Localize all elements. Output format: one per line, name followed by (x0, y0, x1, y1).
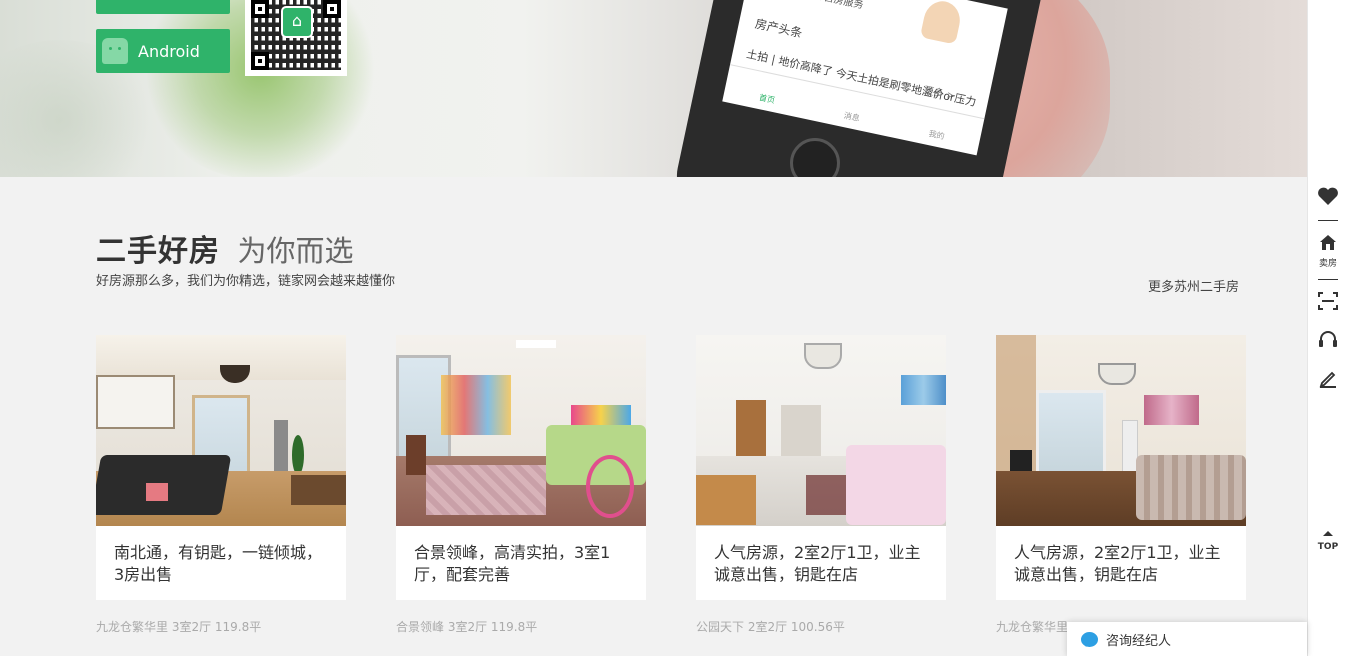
section-title: 二手好房 为你而选 (96, 226, 354, 270)
sell-house-icon (1320, 235, 1336, 250)
chat-bubble-icon (1081, 631, 1098, 647)
listing-photo[interactable] (96, 335, 346, 526)
listing-card[interactable]: 人气房源，2室2厅1卫，业主诚意出售，钥匙在店 九龙仓繁华里 (996, 335, 1246, 635)
favorite-button[interactable] (1308, 186, 1347, 210)
iphone-download-button[interactable] (96, 0, 230, 14)
listing-caption[interactable]: 南北通，有钥匙，一链倾城，3房出售 (96, 526, 346, 600)
app-logo-icon: ⌂ (281, 6, 313, 38)
android-label: Android (138, 41, 200, 61)
phone-tab-me: 我的 (927, 129, 946, 142)
sell-house-label: 卖房 (1318, 259, 1337, 269)
right-toolbar: 卖房 TOP (1307, 0, 1347, 656)
android-icon (102, 38, 128, 64)
listing-card[interactable]: 南北通，有钥匙，一链倾城，3房出售 九龙仓繁华里 3室2厅 119.8平 (96, 335, 346, 635)
toolbar-divider (1318, 220, 1338, 221)
customer-service-button[interactable] (1308, 330, 1347, 354)
consult-agent-bar[interactable]: 咨询经纪人 (1067, 622, 1307, 656)
listing-caption[interactable]: 人气房源，2室2厅1卫，业主诚意出售，钥匙在店 (696, 526, 946, 600)
phone-tab-messages: 消息 (843, 111, 861, 124)
listing-card[interactable]: 合景领峰，高清实拍，3室1厅，配套完善 合景领峰 3室2厅 119.8平 (396, 335, 646, 635)
android-download-button[interactable]: Android (96, 29, 230, 73)
scan-button[interactable] (1308, 291, 1347, 315)
listing-meta: 公园天下 2室2厅 100.56平 (696, 620, 845, 634)
heart-icon (1318, 187, 1338, 205)
headset-icon (1319, 331, 1337, 347)
listing-card[interactable]: 人气房源，2室2厅1卫，业主诚意出售，钥匙在店 公园天下 2室2厅 100.56… (696, 335, 946, 635)
top-arrow-icon (1323, 531, 1333, 536)
listing-photo[interactable] (996, 335, 1246, 526)
listing-photo[interactable] (696, 335, 946, 526)
more-suzhou-listings-link[interactable]: 更多苏州二手房 (1148, 276, 1239, 295)
listing-photo[interactable] (396, 335, 646, 526)
app-qr-code: ⌂ (245, 0, 347, 76)
sell-house-button[interactable]: 卖房 (1308, 233, 1347, 269)
listing-meta: 合景领峰 3室2厅 119.8平 (396, 620, 538, 634)
listing-caption[interactable]: 人气房源，2室2厅1卫，业主诚意出售，钥匙在店 (996, 526, 1246, 600)
top-label: TOP (1317, 542, 1339, 552)
edit-icon (1319, 371, 1336, 388)
consult-agent-label: 咨询经纪人 (1106, 633, 1172, 649)
section-title-strong: 二手好房 (96, 234, 220, 269)
section-subtitle: 好房源那么多，我们为你精选，链家网会越来越懂你 (96, 274, 396, 289)
toolbar-divider (1318, 279, 1338, 280)
scan-icon (1318, 292, 1338, 310)
phone-service-text: 线上全程贴心售房服务 (764, 0, 865, 11)
back-to-top-button[interactable]: TOP (1308, 522, 1347, 552)
listing-meta: 九龙仓繁华里 3室2厅 119.8平 (96, 620, 262, 634)
phone-headline-title: 房产头条 (753, 16, 804, 41)
section-title-light: 为你而选 (237, 234, 354, 268)
listing-caption[interactable]: 合景领峰，高清实拍，3室1厅，配套完善 (396, 526, 646, 600)
phone-tab-home: 首页 (758, 93, 776, 106)
app-download-banner: Android ⌂ 线上全程贴心售房服务 房产头条 更多 > 土拍 | 地价高降… (0, 0, 1307, 177)
agent-avatar (919, 0, 964, 45)
feedback-button[interactable] (1308, 368, 1347, 392)
